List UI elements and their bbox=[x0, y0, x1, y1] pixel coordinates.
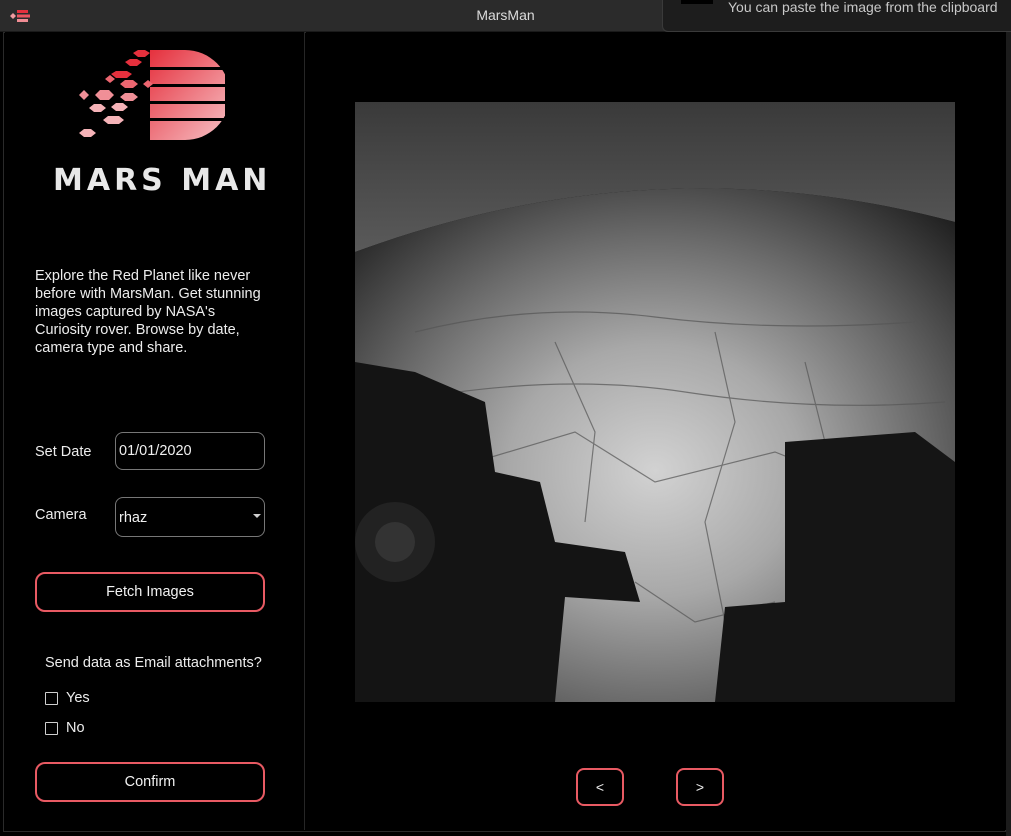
background-window-edge bbox=[1006, 32, 1011, 836]
next-image-button[interactable]: > bbox=[676, 768, 724, 806]
toast-text: You can paste the image from the clipboa… bbox=[728, 0, 998, 15]
app-description: Explore the Red Planet like never before… bbox=[35, 268, 261, 356]
option-no[interactable]: No bbox=[45, 718, 85, 738]
chevron-down-icon bbox=[253, 514, 261, 518]
camera-label: Camera bbox=[35, 507, 87, 523]
camera-selected-value: rhaz bbox=[119, 510, 148, 526]
yes-label: Yes bbox=[66, 690, 90, 706]
camera-select[interactable]: rhaz bbox=[115, 497, 265, 537]
brand-name: MARS MAN bbox=[53, 163, 272, 198]
date-label: Set Date bbox=[35, 444, 92, 460]
no-checkbox[interactable] bbox=[45, 721, 58, 735]
marsman-logo-icon bbox=[79, 50, 225, 140]
yes-checkbox[interactable] bbox=[45, 691, 58, 705]
fetch-images-button[interactable]: Fetch Images bbox=[35, 572, 265, 612]
sidebar: MARS MAN Explore the Red Planet like nev… bbox=[5, 32, 305, 830]
toast-thumbnail bbox=[681, 0, 713, 4]
email-question: Send data as Email attachments? bbox=[45, 655, 262, 671]
mars-surface-photo bbox=[355, 102, 955, 702]
title-bar: MarsMan You can paste the image from the… bbox=[0, 0, 1011, 32]
main-panel: < > bbox=[306, 32, 1006, 830]
clipboard-toast: You can paste the image from the clipboa… bbox=[662, 0, 1011, 32]
date-input[interactable] bbox=[115, 432, 265, 470]
no-label: No bbox=[66, 720, 85, 736]
confirm-button[interactable]: Confirm bbox=[35, 762, 265, 802]
option-yes[interactable]: Yes bbox=[45, 688, 90, 708]
previous-image-button[interactable]: < bbox=[576, 768, 624, 806]
